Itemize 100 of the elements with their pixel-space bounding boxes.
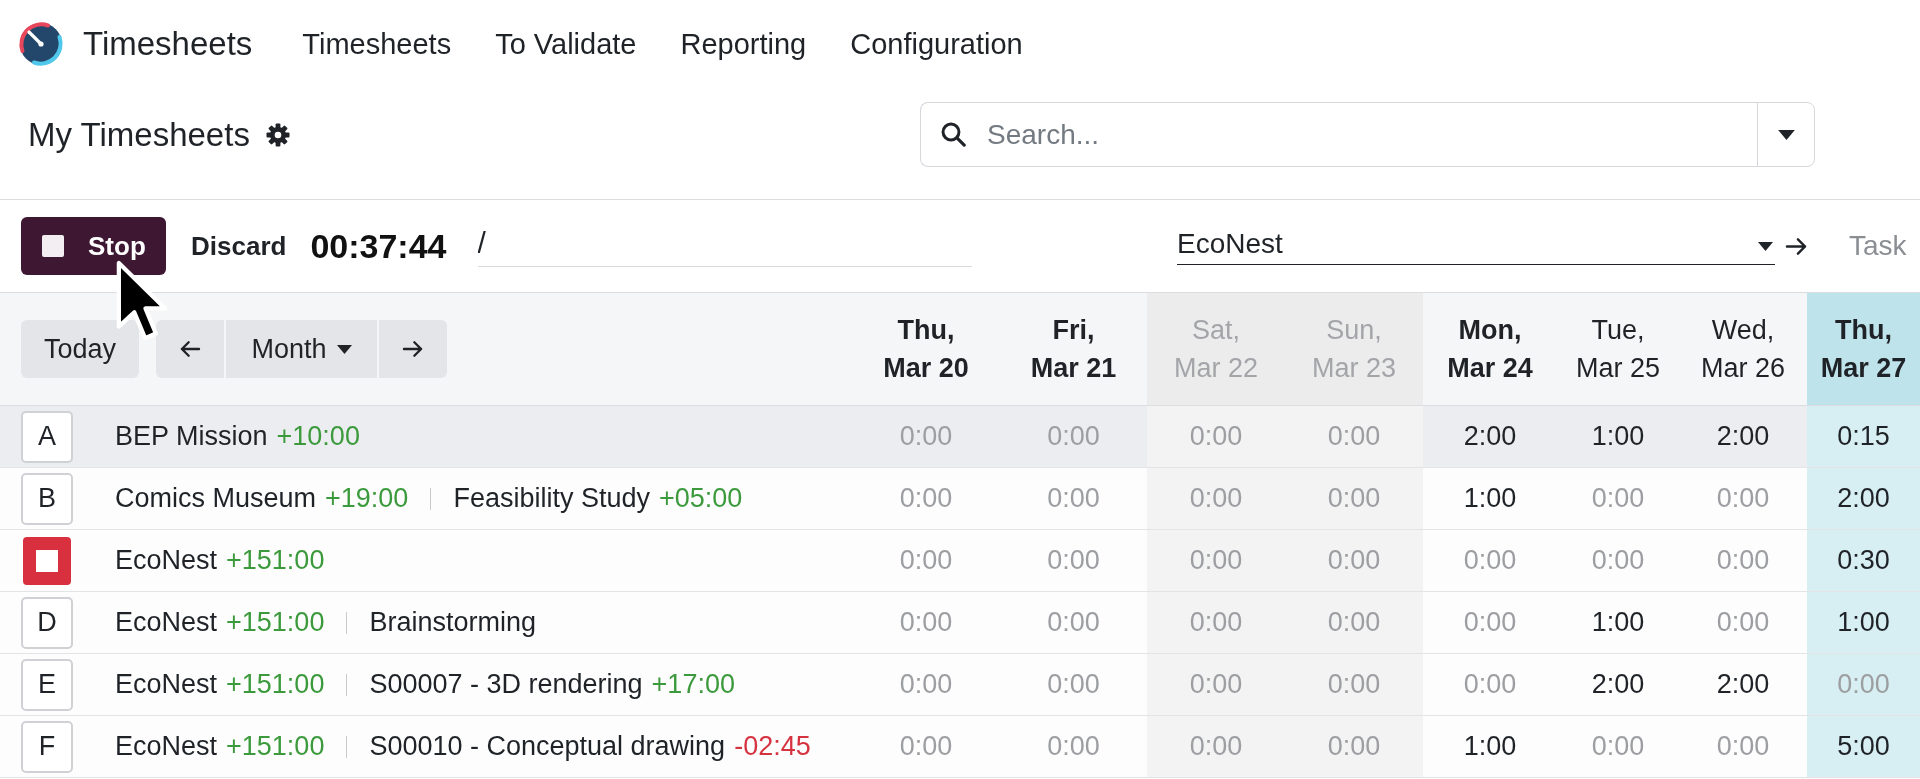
project-hours: +151:00 [226,545,325,576]
hours-cell[interactable]: 0:00 [1557,716,1679,777]
hours-cell[interactable]: 0:00 [1285,406,1423,467]
column-header: Thu, Mar 20 [882,314,970,385]
task-name: S00007 - 3D rendering [369,669,643,700]
hours-cell[interactable]: 2:00 [1557,654,1679,715]
hours-cell[interactable]: 0:00 [1147,592,1285,653]
caret-icon [336,344,352,354]
project-name: EcoNest [115,545,218,576]
menu-item[interactable]: To Validate [473,14,659,74]
column-header: Mon, Mar 24 [1446,314,1534,385]
project-hours: +19:00 [325,483,409,514]
project-hours: +10:00 [276,421,360,452]
hours-cell[interactable]: 0:00 [1423,592,1557,653]
description-field[interactable]: / [477,225,972,267]
project-field[interactable]: EcoNest [1177,227,1775,265]
shortcut-key[interactable]: B [21,472,73,525]
hours-cell[interactable]: 0:00 [1147,654,1285,715]
task-hours: +05:00 [659,483,743,514]
shortcut-key[interactable]: A [21,410,73,463]
caret-icon[interactable] [1758,241,1773,251]
hours-cell[interactable]: 2:00 [1679,406,1807,467]
hours-cell[interactable]: 0:00 [1285,592,1423,653]
hours-cell[interactable]: 0:00 [1000,406,1147,467]
hours-cell[interactable]: 0:15 [1807,406,1920,467]
hours-cell[interactable]: 0:00 [1147,406,1285,467]
stop-square-icon[interactable] [23,536,71,585]
hours-cell[interactable]: 0:30 [1807,530,1920,591]
hours-cell[interactable]: 0:00 [1679,468,1807,529]
hours-cell[interactable]: 0:00 [852,406,1000,467]
project-name: BEP Mission [115,421,268,452]
hours-cell[interactable]: 0:00 [852,716,1000,777]
hours-cell[interactable]: 1:00 [1423,716,1557,777]
shortcut-key[interactable]: D [21,596,73,649]
column-header: Sat, Mar 22 [1147,293,1285,405]
search-options-button[interactable] [1757,102,1815,167]
hours-cell[interactable]: 0:00 [1000,592,1147,653]
discard-button[interactable]: Discard [191,230,287,262]
hours-cell[interactable]: 0:00 [1147,468,1285,529]
hours-cell[interactable]: 2:00 [1807,468,1920,529]
stop-icon [42,235,64,257]
task-name: Feasibility Study [453,483,650,514]
hours-cell[interactable]: 0:00 [1423,530,1557,591]
project-hours: +151:00 [226,607,325,638]
hours-cell[interactable]: 0:00 [1147,530,1285,591]
hours-cell[interactable]: 2:00 [1423,406,1557,467]
hours-cell[interactable]: 1:00 [1807,592,1920,653]
hours-cell[interactable]: 0:00 [1285,716,1423,777]
arrow-right-icon [402,340,424,358]
menu-item[interactable]: Reporting [658,14,829,74]
column-header: Thu, Mar 27 [1807,293,1920,405]
hours-cell[interactable]: 0:00 [1000,468,1147,529]
hours-cell[interactable]: 1:00 [1557,406,1679,467]
hours-cell[interactable]: 0:00 [1000,654,1147,715]
hours-cell[interactable]: 1:00 [1423,468,1557,529]
settings-icon[interactable] [265,122,290,147]
hours-cell[interactable]: 5:00 [1807,716,1920,777]
project-hours: +151:00 [226,731,325,762]
task-name: S00010 - Conceptual drawing [369,731,726,762]
task-name: Brainstorming [369,607,536,638]
page-title: My Timesheets [28,115,250,154]
hours-cell[interactable]: 0:00 [1423,654,1557,715]
hours-cell[interactable]: 0:00 [852,592,1000,653]
hours-cell[interactable]: 0:00 [1557,468,1679,529]
hours-cell[interactable]: 0:00 [1679,530,1807,591]
task-field[interactable]: Task [1849,230,1920,262]
hours-cell[interactable]: 0:00 [1147,716,1285,777]
arrow-left-icon [179,340,201,358]
project-name: Comics Museum [115,483,317,514]
app-name[interactable]: Timesheets [83,25,253,63]
arrow-right-icon[interactable] [1785,236,1808,256]
shortcut-key[interactable]: F [21,720,73,773]
hours-cell[interactable]: 0:00 [1679,716,1807,777]
hours-cell[interactable]: 0:00 [1000,716,1147,777]
hours-cell[interactable]: 0:00 [1000,530,1147,591]
project-name: EcoNest [115,731,218,762]
elapsed-time: 00:37:44 [310,226,447,266]
today-button[interactable]: Today [21,320,139,378]
app-logo-icon[interactable] [18,21,64,67]
hours-cell[interactable]: 0:00 [1285,468,1423,529]
hours-cell[interactable]: 0:00 [1679,592,1807,653]
column-header: Fri, Mar 21 [1029,314,1118,385]
hours-cell[interactable]: 0:00 [852,530,1000,591]
hours-cell[interactable]: 0:00 [1285,654,1423,715]
stop-button[interactable]: Stop [21,217,166,275]
shortcut-key[interactable]: E [21,658,73,711]
hours-cell[interactable]: 0:00 [1807,654,1920,715]
hours-cell[interactable]: 0:00 [852,468,1000,529]
search-icon [941,122,966,147]
search-field[interactable]: Search... [920,102,1757,167]
hours-cell[interactable]: 0:00 [852,654,1000,715]
hours-cell[interactable]: 2:00 [1679,654,1807,715]
hours-cell[interactable]: 1:00 [1557,592,1679,653]
hours-cell[interactable]: 0:00 [1557,530,1679,591]
range-dropdown[interactable]: Month [226,320,377,378]
task-hours: -02:45 [734,731,811,762]
menu-item[interactable]: Configuration [828,14,1045,74]
hours-cell[interactable]: 0:00 [1285,530,1423,591]
column-header: Tue, Mar 25 [1574,314,1661,385]
menu-item[interactable]: Timesheets [280,14,474,74]
